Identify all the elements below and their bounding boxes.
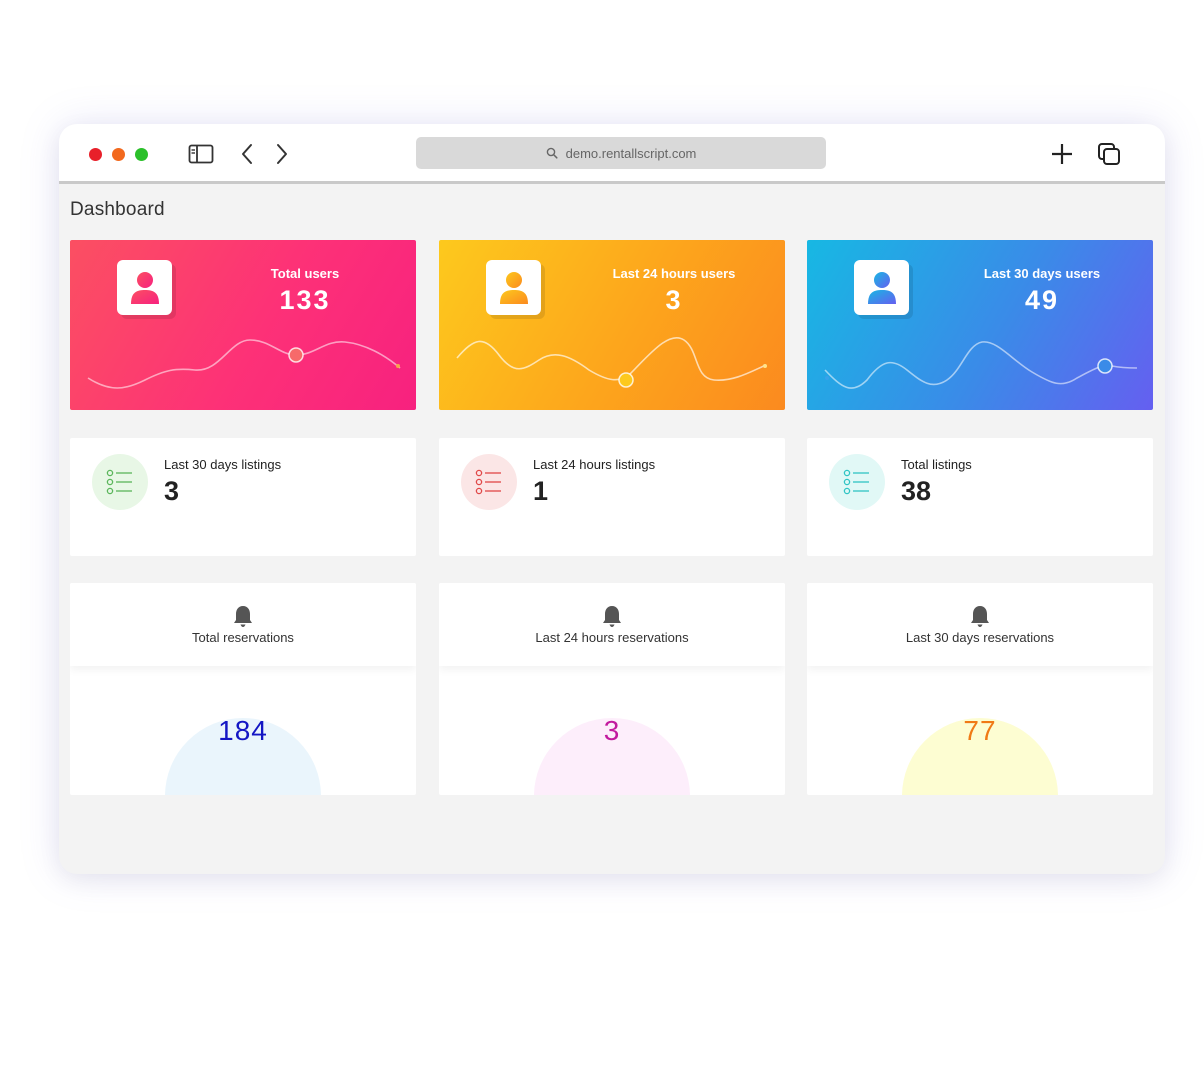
browser-window: demo.rentallscript.com Dashboard Total u…	[59, 124, 1165, 874]
reservation-value: 184	[218, 715, 268, 746]
reservation-value: 3	[603, 715, 621, 746]
browser-toolbar: demo.rentallscript.com	[59, 124, 1165, 184]
reservation-card-header: Last 30 days reservations	[807, 583, 1153, 666]
list-icon-circle	[461, 454, 517, 510]
reservation-label: Last 30 days reservations	[905, 630, 1055, 645]
stat-card-30d-users[interactable]: Last 30 days users 49	[807, 240, 1153, 410]
minimize-window-button[interactable]	[112, 148, 125, 161]
listing-label: Last 30 days listings	[164, 457, 282, 472]
user-icon	[867, 271, 896, 304]
address-url: demo.rentallscript.com	[565, 145, 697, 161]
reservation-card-total[interactable]: Total reservations 184	[70, 583, 416, 795]
user-icon	[130, 271, 159, 304]
listing-value: 3	[164, 476, 180, 506]
back-icon[interactable]	[234, 142, 260, 166]
list-icon	[106, 469, 132, 495]
reservation-label: Total reservations	[192, 630, 294, 645]
user-icon	[499, 271, 528, 304]
stat-value: 3	[665, 285, 683, 315]
sparkline-chart	[456, 337, 767, 388]
reservation-label: Last 24 hours reservations	[535, 630, 689, 645]
bell-icon	[234, 606, 252, 627]
list-icon-circle	[92, 454, 148, 510]
list-icon	[475, 469, 501, 495]
list-icon	[843, 469, 869, 495]
reservation-card-header: Total reservations	[70, 583, 416, 666]
listing-card-24h[interactable]: Last 24 hours listings 1	[439, 438, 785, 556]
sidebar-icon[interactable]	[188, 142, 214, 166]
listing-value: 38	[901, 476, 932, 506]
user-avatar-box	[486, 260, 541, 315]
address-bar[interactable]: demo.rentallscript.com	[416, 137, 826, 169]
reservation-value: 77	[963, 715, 997, 746]
listing-label: Total listings	[901, 457, 972, 472]
listing-value: 1	[533, 476, 549, 506]
user-avatar-box	[854, 260, 909, 315]
stat-label: Last 24 hours users	[612, 266, 736, 281]
search-icon	[546, 147, 558, 159]
listing-label: Last 24 hours listings	[533, 457, 656, 472]
stat-card-total-users[interactable]: Total users 133	[70, 240, 416, 410]
stat-card-24h-users[interactable]: Last 24 hours users 3	[439, 240, 785, 410]
user-avatar-box	[117, 260, 172, 315]
listing-card-30d[interactable]: Last 30 days listings 3	[70, 438, 416, 556]
sparkline-chart	[824, 341, 1138, 389]
stat-value: 133	[279, 285, 331, 315]
bell-icon	[603, 606, 621, 627]
listing-card-total[interactable]: Total listings 38	[807, 438, 1153, 556]
bell-icon	[971, 606, 989, 627]
tabs-icon[interactable]	[1096, 142, 1122, 166]
forward-icon[interactable]	[269, 142, 295, 166]
reservation-card-30d[interactable]: Last 30 days reservations 77	[807, 583, 1153, 795]
page-title: Dashboard	[70, 199, 165, 220]
maximize-window-button[interactable]	[135, 148, 148, 161]
reservation-card-header: Last 24 hours reservations	[439, 583, 785, 666]
list-icon-circle	[829, 454, 885, 510]
close-window-button[interactable]	[89, 148, 102, 161]
stat-label: Last 30 days users	[983, 266, 1101, 281]
stat-value: 49	[1024, 285, 1060, 315]
stat-label: Total users	[270, 266, 340, 281]
new-tab-icon[interactable]	[1049, 142, 1075, 166]
sparkline-chart	[87, 339, 401, 389]
reservation-card-24h[interactable]: Last 24 hours reservations 3	[439, 583, 785, 795]
